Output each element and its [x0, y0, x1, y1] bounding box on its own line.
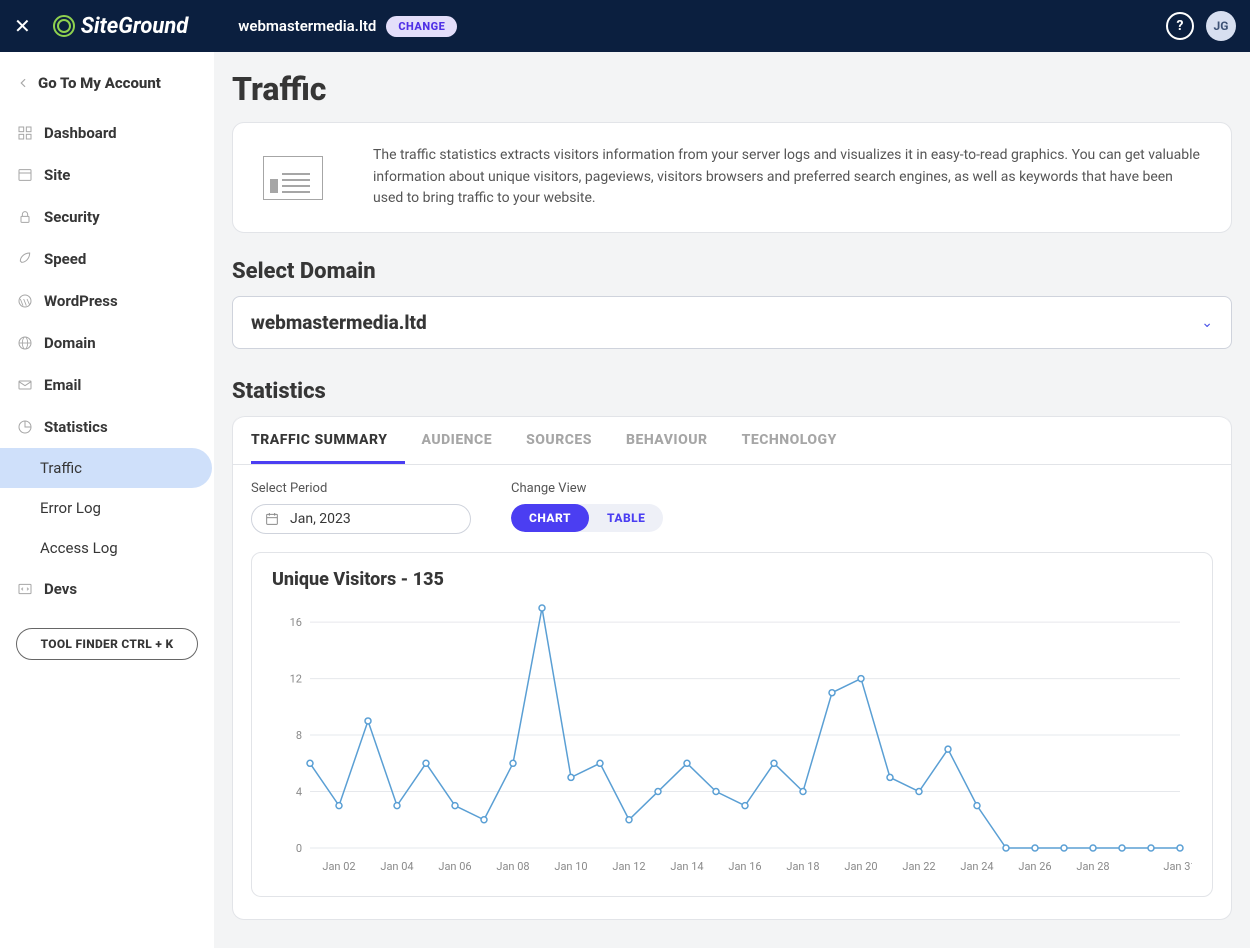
logo[interactable]: SiteGround [53, 14, 189, 39]
svg-text:Jan 06: Jan 06 [438, 860, 471, 873]
change-view-label: Change View [511, 481, 663, 496]
svg-text:Jan 14: Jan 14 [670, 860, 703, 873]
svg-text:Jan 22: Jan 22 [902, 860, 935, 873]
sidebar-subitem-traffic[interactable]: Traffic [0, 448, 212, 488]
svg-text:0: 0 [296, 842, 302, 855]
svg-text:Jan 04: Jan 04 [380, 860, 413, 873]
sidebar-item-domain[interactable]: Domain [0, 322, 214, 364]
view-table-button[interactable]: TABLE [589, 504, 663, 532]
statistics-heading: Statistics [232, 379, 1232, 404]
avatar[interactable]: JG [1206, 11, 1236, 41]
tab-audience[interactable]: AUDIENCE [421, 417, 510, 464]
period-label: Select Period [251, 481, 471, 496]
change-domain-button[interactable]: CHANGE [386, 16, 457, 37]
svg-text:Jan 08: Jan 08 [496, 860, 529, 873]
sidebar-item-label: Speed [44, 250, 86, 268]
sidebar-subitem-error-log[interactable]: Error Log [0, 488, 214, 528]
chevron-down-icon: ⌄ [1201, 315, 1213, 331]
tab-traffic-summary[interactable]: TRAFFIC SUMMARY [251, 417, 405, 464]
arrow-left-icon [16, 76, 30, 90]
code-icon [16, 580, 34, 598]
statistics-card: TRAFFIC SUMMARY AUDIENCE SOURCES BEHAVIO… [232, 416, 1232, 920]
tab-behaviour[interactable]: BEHAVIOUR [626, 417, 726, 464]
svg-text:Jan 16: Jan 16 [728, 860, 761, 873]
tab-sources[interactable]: SOURCES [526, 417, 610, 464]
globe-icon [16, 334, 34, 352]
sidebar-item-label: WordPress [44, 292, 118, 310]
svg-text:16: 16 [290, 616, 302, 629]
svg-text:Jan 28: Jan 28 [1076, 860, 1109, 873]
select-domain-heading: Select Domain [232, 259, 1232, 284]
svg-text:Jan 18: Jan 18 [786, 860, 819, 873]
close-icon[interactable]: ✕ [14, 14, 31, 38]
logo-text: SiteGround [81, 14, 189, 39]
view-toggle: CHART TABLE [511, 504, 663, 532]
sidebar-subgroup-statistics: Traffic Error Log Access Log [0, 448, 214, 568]
svg-text:Jan 12: Jan 12 [612, 860, 645, 873]
info-card: The traffic statistics extracts visitors… [232, 122, 1232, 233]
logo-mark-icon [53, 15, 75, 37]
rocket-icon [16, 250, 34, 268]
svg-text:Jan 26: Jan 26 [1018, 860, 1051, 873]
back-to-account-link[interactable]: Go To My Account [0, 68, 214, 112]
svg-text:12: 12 [290, 673, 302, 686]
sidebar-item-label: Dashboard [44, 124, 117, 142]
mail-icon [16, 376, 34, 394]
chart-title: Unique Visitors - 135 [272, 569, 1192, 590]
chart-box: Unique Visitors - 135 0 4 8 12 16 Jan 02 Jan 0… [251, 552, 1213, 897]
domain-select-value: webmastermedia.ltd [251, 311, 427, 334]
topbar: ✕ SiteGround webmastermedia.ltd CHANGE ?… [0, 0, 1250, 52]
calendar-icon [264, 511, 280, 527]
svg-text:Jan 31: Jan 31 [1163, 860, 1192, 873]
sidebar-item-label: Statistics [44, 418, 108, 436]
sidebar: Go To My Account Dashboard Site Security… [0, 52, 214, 948]
svg-text:Jan 24: Jan 24 [960, 860, 993, 873]
controls: Select Period Jan, 2023 Change View CHAR… [233, 465, 1231, 538]
back-label: Go To My Account [38, 74, 161, 92]
window-icon [16, 166, 34, 184]
info-text: The traffic statistics extracts visitors… [373, 145, 1201, 210]
page-title: Traffic [232, 70, 1232, 108]
tab-technology[interactable]: TECHNOLOGY [742, 417, 855, 464]
sidebar-item-email[interactable]: Email [0, 364, 214, 406]
lock-icon [16, 208, 34, 226]
sidebar-item-label: Domain [44, 334, 96, 352]
main: Traffic The traffic statistics extracts … [214, 52, 1250, 948]
line-chart: 0 4 8 12 16 Jan 02 Jan 04 Jan 06 Jan 08 Jan 10 Jan… [272, 598, 1192, 878]
pie-icon [16, 418, 34, 436]
stats-illustration-icon [263, 156, 323, 200]
sidebar-item-label: Email [44, 376, 81, 394]
sidebar-item-wordpress[interactable]: WordPress [0, 280, 214, 322]
sidebar-item-security[interactable]: Security [0, 196, 214, 238]
svg-text:4: 4 [296, 786, 302, 799]
chart-area: 0 4 8 12 16 Jan 02 Jan 04 Jan 06 Jan 08 Jan 10 Jan… [272, 598, 1192, 878]
view-chart-button[interactable]: CHART [511, 504, 589, 532]
sidebar-item-label: Devs [44, 580, 77, 598]
sidebar-item-dashboard[interactable]: Dashboard [0, 112, 214, 154]
sidebar-item-speed[interactable]: Speed [0, 238, 214, 280]
svg-text:Jan 02: Jan 02 [322, 860, 355, 873]
sidebar-subitem-access-log[interactable]: Access Log [0, 528, 214, 568]
domain-select[interactable]: webmastermedia.ltd ⌄ [232, 296, 1232, 349]
tool-finder-button[interactable]: TOOL FINDER CTRL + K [16, 628, 198, 660]
svg-text:Jan 10: Jan 10 [554, 860, 587, 873]
sidebar-item-label: Security [44, 208, 100, 226]
grid-icon [16, 124, 34, 142]
sidebar-item-devs[interactable]: Devs [0, 568, 214, 610]
period-select[interactable]: Jan, 2023 [251, 504, 471, 534]
help-icon[interactable]: ? [1166, 12, 1194, 40]
sidebar-item-statistics[interactable]: Statistics [0, 406, 214, 448]
sidebar-item-label: Site [44, 166, 70, 184]
sidebar-item-site[interactable]: Site [0, 154, 214, 196]
svg-text:Jan 20: Jan 20 [844, 860, 877, 873]
tabs: TRAFFIC SUMMARY AUDIENCE SOURCES BEHAVIO… [233, 416, 1231, 465]
svg-text:8: 8 [296, 729, 302, 742]
wordpress-icon [16, 292, 34, 310]
period-value: Jan, 2023 [290, 511, 351, 527]
topbar-domain: webmastermedia.ltd [238, 17, 376, 35]
